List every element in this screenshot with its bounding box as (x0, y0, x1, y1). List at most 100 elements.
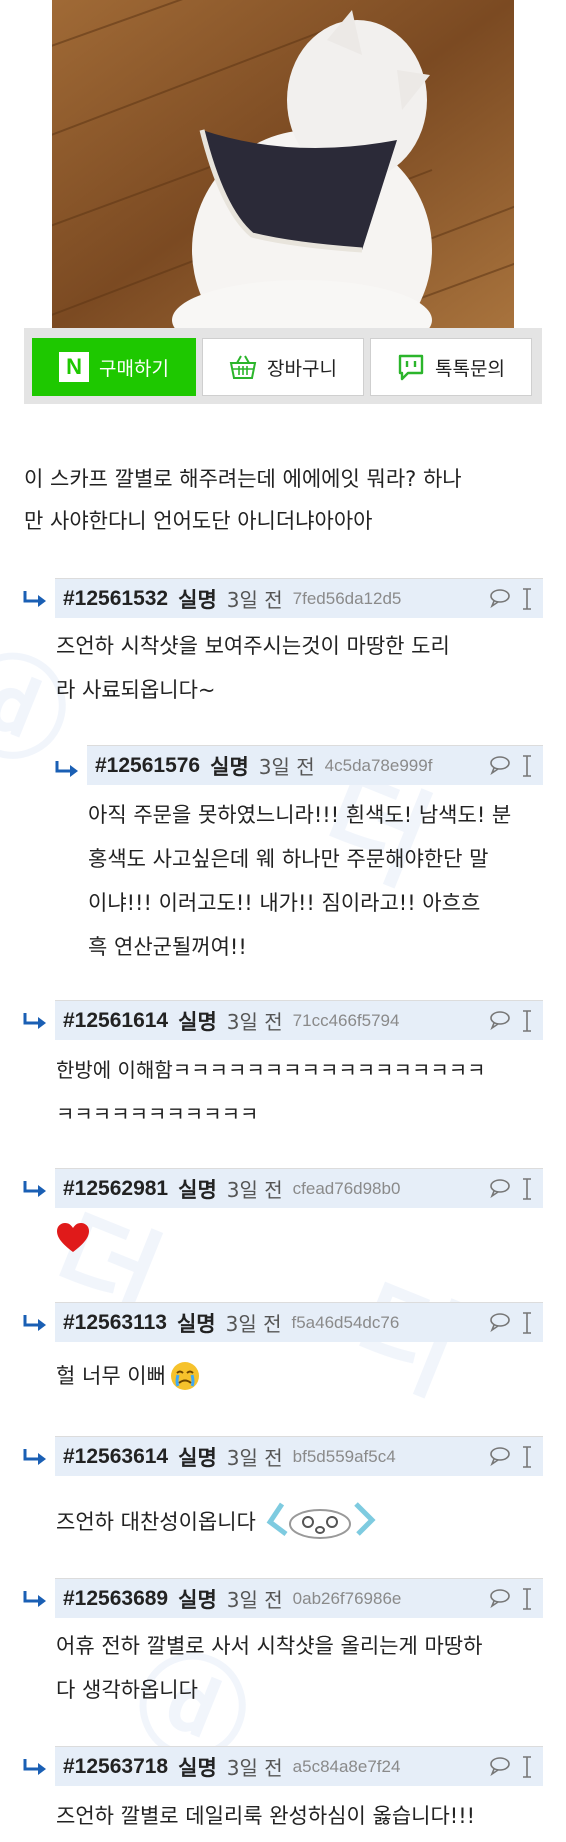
comment-number[interactable]: #12563718 (63, 1755, 168, 1779)
comment-time: 3일 전 (226, 1010, 283, 1034)
comment-header: #12563689 실명 3일 전 0ab26f76986e (55, 1578, 543, 1618)
reply-arrow-icon (23, 1315, 46, 1331)
text-cursor-icon[interactable] (521, 1312, 533, 1334)
naver-buy-label: 구매하기 (99, 357, 169, 380)
text-cursor-icon[interactable] (521, 1010, 533, 1032)
post-line: 만 사야한다니 언어도단 아니더냐아아아 (24, 509, 373, 533)
comment-header: #12561576 실명 3일 전 4c5da78e999f (87, 745, 543, 785)
talk-inquiry-button[interactable]: 톡톡문의 (370, 338, 532, 396)
comment-hash: 71cc466f5794 (292, 1010, 400, 1030)
text-cursor-icon[interactable] (521, 1756, 533, 1778)
reply-arrow-icon (23, 591, 46, 607)
text-cursor-icon[interactable] (521, 755, 533, 777)
post-body: 이 스카프 깔별로 해주려는데 에에에잇 뭐라? 하나 만 사야한다니 언어도단… (24, 458, 544, 542)
comment-anon-label: 실명 (210, 754, 249, 779)
comment-hash: 0ab26f76986e (292, 1588, 402, 1608)
speech-bubble-icon[interactable] (489, 1010, 511, 1030)
post-line: 이 스카프 깔별로 해주려는데 에에에잇 뭐라? 하나 (24, 467, 462, 491)
reply-arrow-icon (23, 1013, 46, 1029)
naver-logo-icon: N (59, 352, 90, 382)
comment-line: 즈언하 깔별로 데일리룩 완성하심이 옳습니다!!! (56, 1804, 476, 1828)
comment-text: 아직 주문을 못하였느니라!!! 흰색도! 남색도! 분 홍색도 사고싶은데 웨… (88, 793, 548, 969)
cart-label: 장바구니 (267, 357, 337, 380)
heart-emoji-icon (57, 1223, 89, 1252)
purchase-bar: N 구매하기 장바구니 톡톡문의 (24, 328, 542, 404)
comment-time: 3일 전 (258, 755, 315, 779)
comment-line: 아직 주문을 못하였느니라!!! 흰색도! 남색도! 분 (88, 803, 512, 827)
comment-line: 어휴 전하 깔별로 사서 시착샷을 올리는게 마땅하 (56, 1634, 483, 1658)
speech-bubble-icon[interactable] (489, 1588, 511, 1608)
comment-line: 한방에 이해함ㅋㅋㅋㅋㅋㅋㅋㅋㅋㅋㅋㅋㅋㅋㅋㅋㅋ (56, 1058, 486, 1082)
comment-anon-label: 실명 (178, 1177, 217, 1202)
comment-hash: 7fed56da12d5 (292, 588, 402, 608)
reply-arrow-icon (55, 761, 78, 777)
comment-header: #12563614 실명 3일 전 bf5d559af5c4 (55, 1436, 543, 1476)
text-cursor-icon[interactable] (521, 1588, 533, 1610)
chat-icon (397, 353, 425, 381)
comment-line: 다 생각하옵니다 (56, 1678, 198, 1702)
naver-buy-button[interactable]: N 구매하기 (32, 338, 196, 396)
comment-number[interactable]: #12561614 (63, 1009, 168, 1033)
comment-time: 3일 전 (226, 1178, 283, 1202)
comment-text: 어휴 전하 깔별로 사서 시착샷을 올리는게 마땅하 다 생각하옵니다 (56, 1624, 536, 1712)
cart-button[interactable]: 장바구니 (202, 338, 364, 396)
comment-line: 헐 너무 이뻐 (56, 1364, 166, 1388)
crying-emoji-icon (170, 1362, 199, 1390)
reply-arrow-icon (23, 1181, 46, 1197)
reply-arrow-icon (23, 1449, 46, 1465)
comment-line: 홍색도 사고싶은데 웨 하나만 주문해야한단 말 (88, 847, 489, 871)
comment-number[interactable]: #12561576 (95, 754, 200, 778)
comment-header: #12563718 실명 3일 전 a5c84a8e7f24 (55, 1746, 543, 1786)
comment-hash: a5c84a8e7f24 (292, 1756, 401, 1776)
basket-icon (229, 354, 257, 380)
comment-text: 한방에 이해함ㅋㅋㅋㅋㅋㅋㅋㅋㅋㅋㅋㅋㅋㅋㅋㅋㅋ ㅋㅋㅋㅋㅋㅋㅋㅋㅋㅋㅋ (56, 1048, 536, 1136)
speech-bubble-icon[interactable] (489, 588, 511, 608)
talk-inquiry-label: 톡톡문의 (435, 357, 505, 380)
comment-header: #12563113 실명 3일 전 f5a46d54dc76 (55, 1302, 543, 1342)
comment-text: 헐 너무 이뻐 (56, 1354, 536, 1398)
comment-hash: f5a46d54dc76 (291, 1312, 400, 1332)
comment-time: 3일 전 (226, 588, 283, 612)
comment-anon-label: 실명 (178, 1009, 217, 1034)
comment-number[interactable]: #12563614 (63, 1445, 168, 1469)
product-photo (52, 0, 514, 328)
comment-text: 즈언하 깔별로 데일리룩 완성하심이 옳습니다!!! (56, 1794, 536, 1838)
comment-time: 3일 전 (225, 1312, 282, 1336)
cheer-emoticon-icon (266, 1502, 376, 1539)
comment-header: #12562981 실명 3일 전 cfead76d98b0 (55, 1168, 543, 1208)
comment-line: 이냐!!! 이러고도!! 내가!! 짐이라고!! 아흐흐 (88, 891, 481, 915)
speech-bubble-icon[interactable] (489, 1446, 511, 1466)
comment-anon-label: 실명 (178, 1445, 217, 1470)
comment-text: 즈언하 시착샷을 보여주시는것이 마땅한 도리 라 사료되옵니다~ (56, 624, 536, 712)
speech-bubble-icon[interactable] (489, 1756, 511, 1776)
speech-bubble-icon[interactable] (489, 755, 511, 775)
comment-hash: 4c5da78e999f (324, 755, 433, 775)
comment-line: ㅋㅋㅋㅋㅋㅋㅋㅋㅋㅋㅋ (56, 1102, 259, 1126)
comment-anon-label: 실명 (178, 1587, 217, 1612)
text-cursor-icon[interactable] (521, 1446, 533, 1468)
comment-line: 라 사료되옵니다~ (56, 678, 216, 702)
comment-time: 3일 전 (226, 1756, 283, 1780)
comment-line: 흑 연산군될꺼여!! (88, 935, 247, 959)
comment-time: 3일 전 (226, 1588, 283, 1612)
speech-bubble-icon[interactable] (489, 1178, 511, 1198)
comment-number[interactable]: #12561532 (63, 587, 168, 611)
reply-arrow-icon (23, 1591, 46, 1607)
text-cursor-icon[interactable] (521, 588, 533, 610)
comment-header: #12561614 실명 3일 전 71cc466f5794 (55, 1000, 543, 1040)
comment-anon-label: 실명 (176, 1311, 216, 1336)
reply-arrow-icon (23, 1759, 46, 1775)
comment-anon-label: 실명 (178, 587, 217, 612)
comment-time: 3일 전 (226, 1446, 283, 1470)
text-cursor-icon[interactable] (521, 1178, 533, 1200)
comment-text: 즈언하 대찬성이옵니다 (56, 1500, 536, 1544)
comment-anon-label: 실명 (178, 1755, 217, 1780)
comment-number[interactable]: #12563113 (63, 1311, 167, 1335)
comment-line: 즈언하 시착샷을 보여주시는것이 마땅한 도리 (56, 634, 450, 658)
comment-hash: bf5d559af5c4 (292, 1446, 396, 1466)
speech-bubble-icon[interactable] (489, 1312, 511, 1332)
comment-number[interactable]: #12562981 (63, 1177, 168, 1201)
comment-line: 즈언하 대찬성이옵니다 (56, 1510, 256, 1534)
comment-number[interactable]: #12563689 (63, 1587, 168, 1611)
comment-hash: cfead76d98b0 (292, 1178, 401, 1198)
